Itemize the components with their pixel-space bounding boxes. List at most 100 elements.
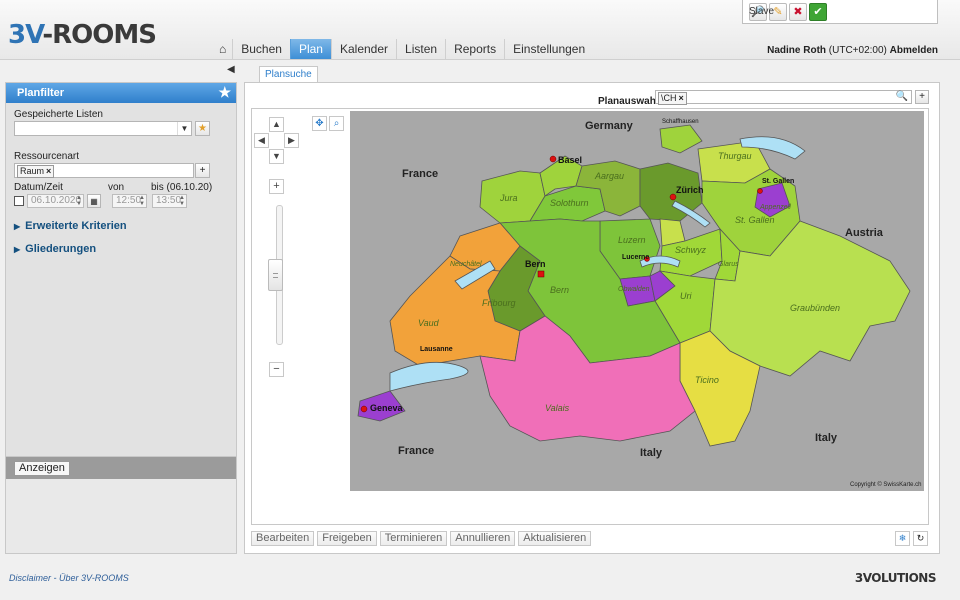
tab-plansuche[interactable]: Plansuche bbox=[259, 66, 318, 83]
add-resource-icon[interactable]: + bbox=[195, 163, 210, 178]
release-button[interactable]: Freigeben bbox=[317, 531, 377, 546]
nav-buchen[interactable]: Buchen bbox=[232, 39, 290, 59]
panel-title-text: Planfilter bbox=[17, 87, 65, 99]
pan-left-icon[interactable]: ◀ bbox=[254, 133, 269, 148]
zoom-slider-thumb[interactable] bbox=[268, 259, 283, 291]
reload-icon[interactable]: ↻ bbox=[913, 531, 928, 546]
user-bar: Nadine Roth (UTC+02:00) Abmelden bbox=[767, 45, 938, 56]
disclaimer-link[interactable]: Disclaimer bbox=[9, 573, 51, 583]
remove-tag-icon[interactable]: × bbox=[46, 166, 51, 176]
canton-label: Obwalden bbox=[618, 286, 650, 293]
canton-label: Uri bbox=[680, 291, 692, 301]
city-label: St. Gallen bbox=[762, 178, 794, 185]
slave-label: Slave bbox=[749, 6, 775, 17]
date-value: 06.10.2020 bbox=[31, 195, 82, 206]
canton-label: Schwyz bbox=[675, 245, 707, 255]
city-label: Bern bbox=[525, 259, 546, 269]
advanced-criteria-label: Erweiterte Kriterien bbox=[25, 220, 127, 232]
logo-rest: -ROOMS bbox=[42, 20, 157, 50]
confirm-icon[interactable]: ✔ bbox=[809, 2, 827, 21]
city-label: Lausanne bbox=[420, 346, 453, 353]
user-timezone: (UTC+02:00) bbox=[828, 45, 887, 56]
search-icon[interactable]: 🔍 bbox=[896, 91, 908, 102]
show-button[interactable]: Anzeigen bbox=[14, 461, 70, 476]
magnifier-icon[interactable]: ⌕ bbox=[329, 116, 344, 131]
country-label: Italy bbox=[815, 432, 838, 444]
nav-reports[interactable]: Reports bbox=[445, 39, 504, 59]
saved-lists-label: Gespeicherte Listen bbox=[14, 109, 103, 120]
logo-prefix: 3V bbox=[8, 20, 43, 50]
canton-label: Solothurn bbox=[550, 198, 589, 208]
chevron-down-icon[interactable]: ▼ bbox=[177, 122, 191, 135]
canton-label: Neuchâtel bbox=[450, 261, 482, 268]
advanced-criteria-toggle[interactable]: ▶ Erweiterte Kriterien bbox=[14, 220, 127, 232]
nav-einstellungen[interactable]: Einstellungen bbox=[504, 39, 593, 59]
pan-right-icon[interactable]: ▶ bbox=[284, 133, 299, 148]
date-field[interactable]: 06.10.2020 ▲ ▼ bbox=[27, 194, 84, 208]
canton-label: St. Gallen bbox=[735, 215, 775, 225]
to-time-field[interactable]: 13:50 ▲ ▼ bbox=[152, 194, 187, 208]
favorite-star-icon[interactable]: ★ bbox=[218, 84, 231, 101]
resource-tag: Raum × bbox=[17, 165, 55, 178]
to-time-value: 13:50 bbox=[156, 195, 182, 206]
remove-tag-icon[interactable]: × bbox=[679, 93, 684, 103]
canton-label: Fribourg bbox=[482, 298, 516, 308]
edit-button[interactable]: Bearbeiten bbox=[251, 531, 315, 546]
date-checkbox[interactable] bbox=[14, 196, 24, 206]
city-marker[interactable] bbox=[757, 188, 763, 194]
switzerland-map[interactable]: Germany France Austria Italy France Ital… bbox=[350, 111, 924, 491]
filter-lower-area bbox=[6, 479, 236, 553]
from-time-field[interactable]: 12:50 ▲ ▼ bbox=[112, 194, 147, 208]
app-logo[interactable]: 3V-ROOMS bbox=[8, 20, 157, 50]
refresh-button[interactable]: Aktualisieren bbox=[518, 531, 592, 546]
collapse-panel-icon[interactable]: ◀ bbox=[227, 64, 235, 75]
canton-label: Luzern bbox=[618, 235, 646, 245]
from-time-value: 12:50 bbox=[116, 195, 142, 206]
calendar-icon[interactable]: ▦ bbox=[87, 194, 101, 208]
canton-label: Appenzell bbox=[759, 204, 791, 211]
schedule-button[interactable]: Terminieren bbox=[379, 531, 448, 546]
pan-up-icon[interactable]: ▲ bbox=[269, 117, 284, 132]
cancel-button[interactable]: Annullieren bbox=[450, 531, 516, 546]
nav-plan[interactable]: Plan bbox=[289, 39, 331, 59]
canton-label: Bern bbox=[550, 285, 569, 295]
canton-label: Valais bbox=[545, 403, 570, 413]
city-label: Zürich bbox=[676, 185, 704, 195]
zoom-in-icon[interactable]: + bbox=[269, 179, 284, 194]
chevron-right-icon: ▶ bbox=[14, 245, 21, 254]
canton-label: Thurgau bbox=[718, 151, 752, 161]
plan-filter-panel: Planfilter ★ Gespeicherte Listen ▼ ★ Res… bbox=[5, 82, 237, 554]
resource-type-input[interactable]: Raum × bbox=[14, 163, 194, 178]
about-link[interactable]: Über 3V-ROOMS bbox=[59, 573, 129, 583]
saved-lists-select[interactable]: ▼ bbox=[14, 121, 192, 136]
spinner-icon[interactable]: ▲ ▼ bbox=[139, 195, 145, 207]
spinner-icon[interactable]: ▲ ▼ bbox=[76, 195, 82, 207]
save-list-icon[interactable]: ★ bbox=[195, 121, 210, 136]
country-label: Italy bbox=[640, 447, 663, 459]
groupings-toggle[interactable]: ▶ Gliederungen bbox=[14, 243, 96, 255]
pan-down-icon[interactable]: ▼ bbox=[269, 149, 284, 164]
user-name: Nadine Roth bbox=[767, 45, 827, 56]
move-icon[interactable]: ✥ bbox=[312, 116, 327, 131]
plan-selection-input[interactable]: \CH × 🔍 bbox=[655, 90, 912, 105]
zoom-out-icon[interactable]: − bbox=[269, 362, 284, 377]
delete-icon[interactable]: ✖ bbox=[789, 2, 807, 21]
clear-icon[interactable]: ❄ bbox=[895, 531, 910, 546]
from-label: von bbox=[108, 182, 125, 193]
city-marker[interactable] bbox=[360, 405, 368, 413]
add-plan-icon[interactable]: + bbox=[915, 90, 929, 104]
city-marker[interactable] bbox=[537, 270, 545, 278]
canton-label: Aargau bbox=[594, 171, 624, 181]
to-label: bis (06.10.20) bbox=[151, 182, 213, 193]
nav-listen[interactable]: Listen bbox=[396, 39, 445, 59]
nav-kalender[interactable]: Kalender bbox=[330, 39, 396, 59]
map-copyright: Copyright © SwissKarte.ch bbox=[850, 482, 922, 488]
map-svg: Germany France Austria Italy France Ital… bbox=[350, 111, 924, 491]
city-marker[interactable] bbox=[549, 155, 557, 163]
footer-separator: - bbox=[53, 573, 57, 583]
logout-link[interactable]: Abmelden bbox=[890, 45, 938, 56]
spinner-icon[interactable]: ▲ ▼ bbox=[179, 195, 185, 207]
groupings-label: Gliederungen bbox=[25, 243, 97, 255]
footer-links: Disclaimer - Über 3V-ROOMS bbox=[9, 573, 129, 583]
home-icon[interactable]: ⌂ bbox=[213, 39, 232, 59]
